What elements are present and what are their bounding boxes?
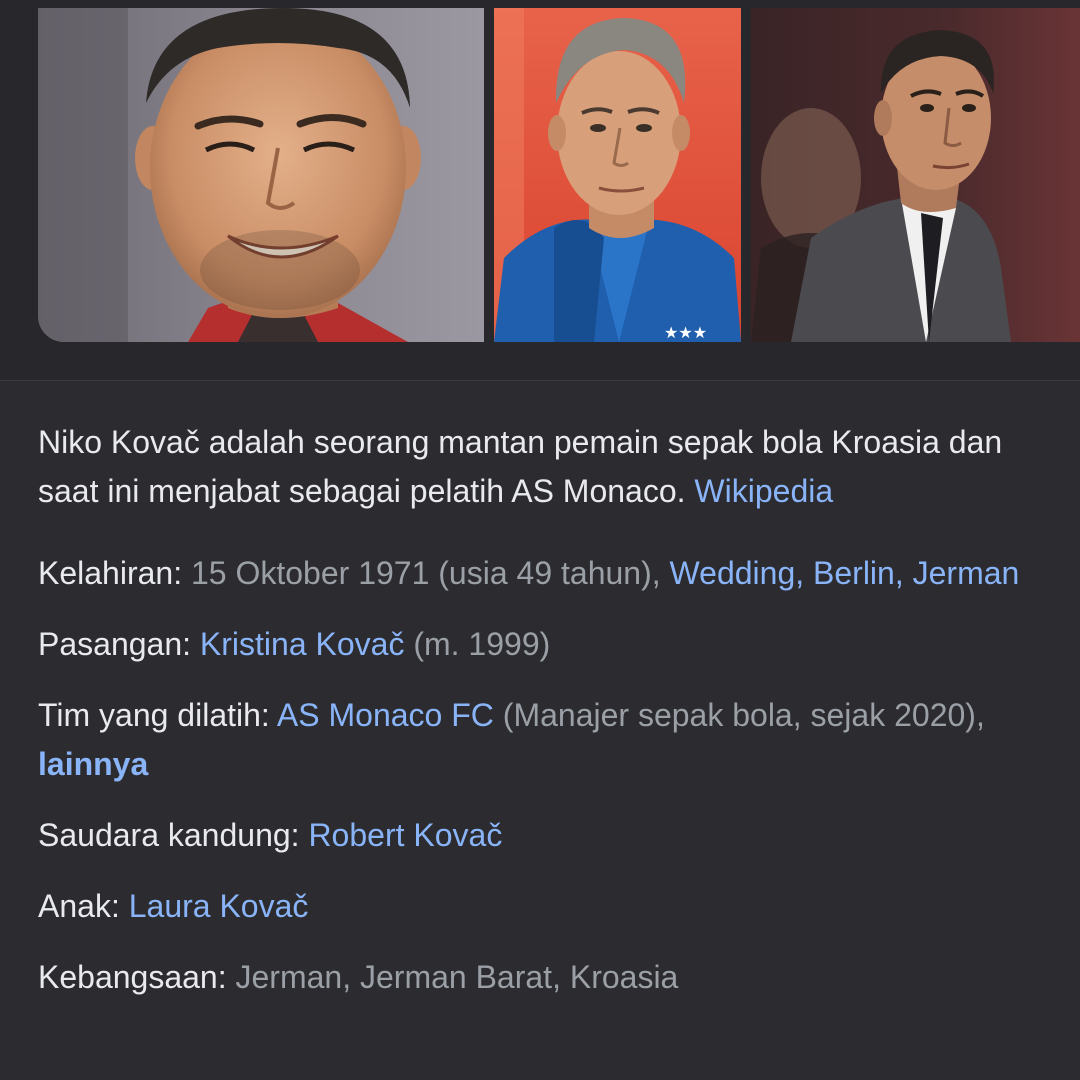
fact-birth: Kelahiran: 15 Oktober 1971 (usia 49 tahu… xyxy=(38,549,1058,598)
portrait-blue-jacket-image: ★★★ xyxy=(494,8,741,342)
fact-birth-value: 15 Oktober 1971 (usia 49 tahun), xyxy=(190,555,661,591)
child-link[interactable]: Laura Kovač xyxy=(129,888,309,924)
fact-spouse-label: Pasangan: xyxy=(38,626,192,662)
sibling-link[interactable]: Robert Kovač xyxy=(308,817,502,853)
portrait-smiling-image xyxy=(38,8,484,342)
gallery-image-2[interactable]: ★★★ xyxy=(494,8,741,342)
fact-nationality: Kebangsaan: Jerman, Jerman Barat, Kroasi… xyxy=(38,953,1058,1002)
team-link[interactable]: AS Monaco FC xyxy=(277,697,494,733)
fact-sibling-label: Saudara kandung: xyxy=(38,817,300,853)
gallery-image-1[interactable] xyxy=(38,8,484,342)
description: Niko Kovač adalah seorang mantan pemain … xyxy=(38,418,1058,516)
fact-child-label: Anak: xyxy=(38,888,120,924)
portrait-suit-image xyxy=(751,8,1080,342)
fact-teams-label: Tim yang dilatih: xyxy=(38,697,270,733)
image-gallery: ★★★ xyxy=(0,0,1080,381)
gallery-image-3[interactable] xyxy=(751,8,1080,342)
svg-text:★★★: ★★★ xyxy=(664,323,707,342)
fact-nationality-label: Kebangsaan: xyxy=(38,959,227,995)
fact-sibling: Saudara kandung: Robert Kovač xyxy=(38,811,1058,860)
birthplace-link[interactable]: Wedding, Berlin, Jerman xyxy=(670,555,1020,591)
fact-spouse-value: (m. 1999) xyxy=(413,626,551,662)
fact-birth-label: Kelahiran: xyxy=(38,555,183,591)
more-teams-link[interactable]: lainnya xyxy=(38,746,148,782)
wikipedia-link[interactable]: Wikipedia xyxy=(694,473,833,509)
knowledge-panel-content: Niko Kovač adalah seorang mantan pemain … xyxy=(38,418,1058,1024)
fact-child: Anak: Laura Kovač xyxy=(38,882,1058,931)
description-text: Niko Kovač adalah seorang mantan pemain … xyxy=(38,424,1003,509)
fact-spouse: Pasangan: Kristina Kovač (m. 1999) xyxy=(38,620,1058,669)
fact-teams-value: (Manajer sepak bola, sejak 2020), xyxy=(502,697,985,733)
fact-nationality-value: Jerman, Jerman Barat, Kroasia xyxy=(235,959,679,995)
fact-teams: Tim yang dilatih: AS Monaco FC (Manajer … xyxy=(38,691,1058,789)
knowledge-panel: ★★★ Niko Kovač adalah seorang mantan pem… xyxy=(0,0,1080,1080)
spouse-link[interactable]: Kristina Kovač xyxy=(200,626,405,662)
